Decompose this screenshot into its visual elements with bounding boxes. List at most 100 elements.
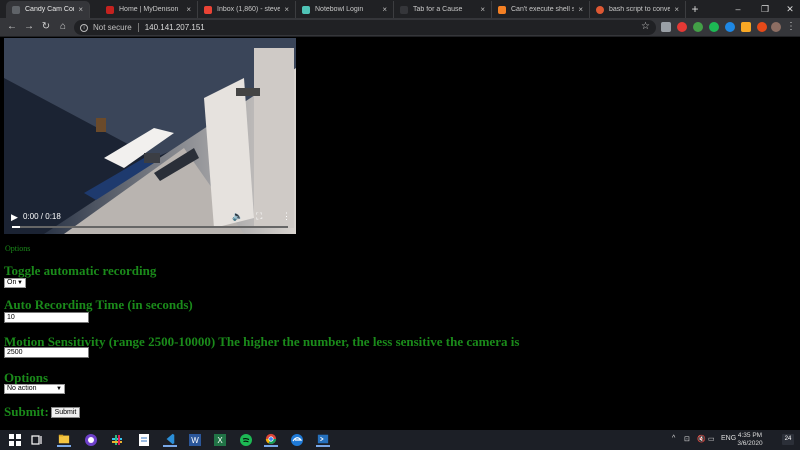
svg-text:W: W (191, 436, 199, 445)
windows-taskbar: W X ^ ⊡ 🔇 ▭ ENG 4:35 PM 3/6/2020 24 (0, 430, 800, 450)
video-frame (4, 38, 296, 234)
select-value: On (7, 279, 17, 286)
video-player[interactable]: ▶ 0:00 / 0:18 🔈 ⛶ ⋮ (4, 38, 296, 234)
recording-time-input[interactable]: 10 (4, 312, 89, 323)
close-tab-icon[interactable]: × (480, 5, 485, 14)
video-time: 0:00 / 0:18 (23, 212, 61, 221)
minimize-button[interactable]: – (730, 2, 746, 16)
clock-time: 4:35 PM (737, 432, 763, 439)
blank-page-icon (400, 5, 408, 14)
battery-icon[interactable]: ▭ (708, 435, 715, 443)
forward-button[interactable]: → (23, 21, 35, 33)
reload-button[interactable]: ↻ (40, 21, 52, 33)
extension-icon[interactable] (677, 22, 687, 32)
select-value: No action (7, 385, 37, 392)
address-bar[interactable]: i Not secure 140.141.207.151 ☆ (74, 20, 656, 35)
security-status: Not secure (93, 23, 132, 32)
bookmark-star-icon[interactable]: ☆ (641, 21, 650, 32)
tab-inbox[interactable]: Inbox (1,860) - steven × (198, 1, 296, 18)
excel-icon[interactable]: X (213, 433, 227, 447)
video-controls: ▶ 0:00 / 0:18 🔈 ⛶ ⋮ (4, 206, 296, 234)
toggle-recording-select[interactable]: On ▼ (4, 278, 26, 288)
divider (137, 23, 139, 32)
slack-icon[interactable] (110, 433, 124, 447)
tab-label: Inbox (1,860) - steven (217, 6, 281, 13)
network-icon[interactable]: ⊡ (684, 435, 690, 443)
chrome-icon[interactable] (264, 433, 278, 447)
spotify-icon[interactable] (239, 433, 253, 447)
globe-icon (12, 5, 20, 14)
github-desktop-icon[interactable] (84, 433, 98, 447)
close-window-button[interactable]: ✕ (782, 2, 798, 16)
tab-duckduckgo[interactable]: bash script to convert × (590, 1, 686, 18)
tab-candy-cam-controller[interactable]: Candy Cam Controller × (6, 1, 90, 18)
submit-button[interactable]: Submit (51, 407, 80, 418)
powershell-icon[interactable] (316, 433, 330, 447)
tab-label: Tab for a Cause (413, 6, 463, 13)
extension-icon[interactable] (661, 22, 671, 32)
close-tab-icon[interactable]: × (578, 5, 583, 14)
word-icon[interactable]: W (188, 433, 202, 447)
home-button[interactable]: ⌂ (57, 21, 69, 33)
browser-toolbar: ← → ↻ ⌂ i Not secure 140.141.207.151 ☆ ⋮ (0, 18, 800, 37)
options-select[interactable]: No action ▼ (4, 384, 65, 394)
tab-notebowl[interactable]: Notebowl Login × (296, 1, 394, 18)
extension-icon[interactable] (693, 22, 703, 32)
tab-tab-for-a-cause[interactable]: Tab for a Cause × (394, 1, 492, 18)
task-view-icon[interactable] (30, 433, 44, 447)
chevron-down-icon: ▼ (56, 386, 62, 392)
extension-icon[interactable] (757, 22, 767, 32)
notepad-icon[interactable] (137, 433, 151, 447)
notification-center-button[interactable]: 24 (782, 434, 794, 445)
options-label: Options (5, 244, 31, 253)
clock[interactable]: 4:35 PM 3/6/2020 (730, 432, 770, 448)
close-tab-icon[interactable]: × (382, 5, 387, 14)
windows-start-icon[interactable] (8, 433, 22, 447)
tray-chevron-icon[interactable]: ^ (672, 435, 675, 442)
profile-avatar[interactable] (771, 22, 781, 32)
info-icon[interactable]: i (80, 23, 88, 32)
close-tab-icon[interactable]: × (78, 5, 83, 14)
video-progress-bar[interactable] (12, 226, 288, 228)
tab-label: Home | MyDenison (119, 6, 179, 13)
notebowl-icon (302, 5, 310, 14)
tab-label: Can't execute shell scr (511, 6, 575, 13)
browser-tab-strip: Candy Cam Controller × Home | MyDenison … (0, 0, 800, 18)
tab-label: Candy Cam Controller (25, 6, 74, 13)
back-button[interactable]: ← (6, 21, 18, 33)
clock-date: 3/6/2020 (737, 440, 763, 447)
vscode-icon[interactable] (163, 433, 177, 447)
tab-stackoverflow[interactable]: Can't execute shell scr × (492, 1, 590, 18)
extension-icon[interactable] (741, 22, 751, 32)
motion-sensitivity-input[interactable]: 2500 (4, 347, 89, 358)
recording-time-heading: Auto Recording Time (in seconds) (4, 297, 193, 312)
video-progress-fill (12, 226, 21, 228)
play-icon[interactable]: ▶ (11, 212, 18, 223)
volume-icon[interactable]: 🔈 (232, 211, 243, 222)
more-options-icon[interactable]: ⋮ (282, 211, 291, 222)
browser-menu-icon[interactable]: ⋮ (786, 21, 796, 33)
duckduckgo-icon (596, 5, 604, 14)
new-tab-button[interactable]: + (688, 2, 702, 16)
close-tab-icon[interactable]: × (186, 5, 191, 14)
denison-icon (106, 5, 114, 14)
extension-icon[interactable] (725, 22, 735, 32)
submit-heading: Submit: (4, 404, 49, 419)
volume-tray-icon[interactable]: 🔇 (697, 435, 706, 443)
gmail-icon (204, 5, 212, 14)
tab-mydenison[interactable]: Home | MyDenison × (100, 1, 198, 18)
tab-label: Notebowl Login (315, 6, 364, 13)
chevron-down-icon: ▼ (17, 280, 23, 286)
extension-icon[interactable] (709, 22, 719, 32)
fullscreen-icon[interactable]: ⛶ (256, 211, 262, 222)
close-tab-icon[interactable]: × (284, 5, 289, 14)
screen: Candy Cam Controller × Home | MyDenison … (0, 0, 800, 450)
maximize-button[interactable]: ❐ (757, 2, 773, 16)
svg-text:X: X (217, 436, 223, 445)
close-tab-icon[interactable]: × (674, 5, 679, 14)
toggle-recording-heading: Toggle automatic recording (4, 263, 157, 278)
stackoverflow-icon (498, 5, 506, 14)
file-explorer-icon[interactable] (57, 433, 71, 447)
url-text: 140.141.207.151 (144, 23, 205, 32)
edge-icon[interactable] (290, 433, 304, 447)
